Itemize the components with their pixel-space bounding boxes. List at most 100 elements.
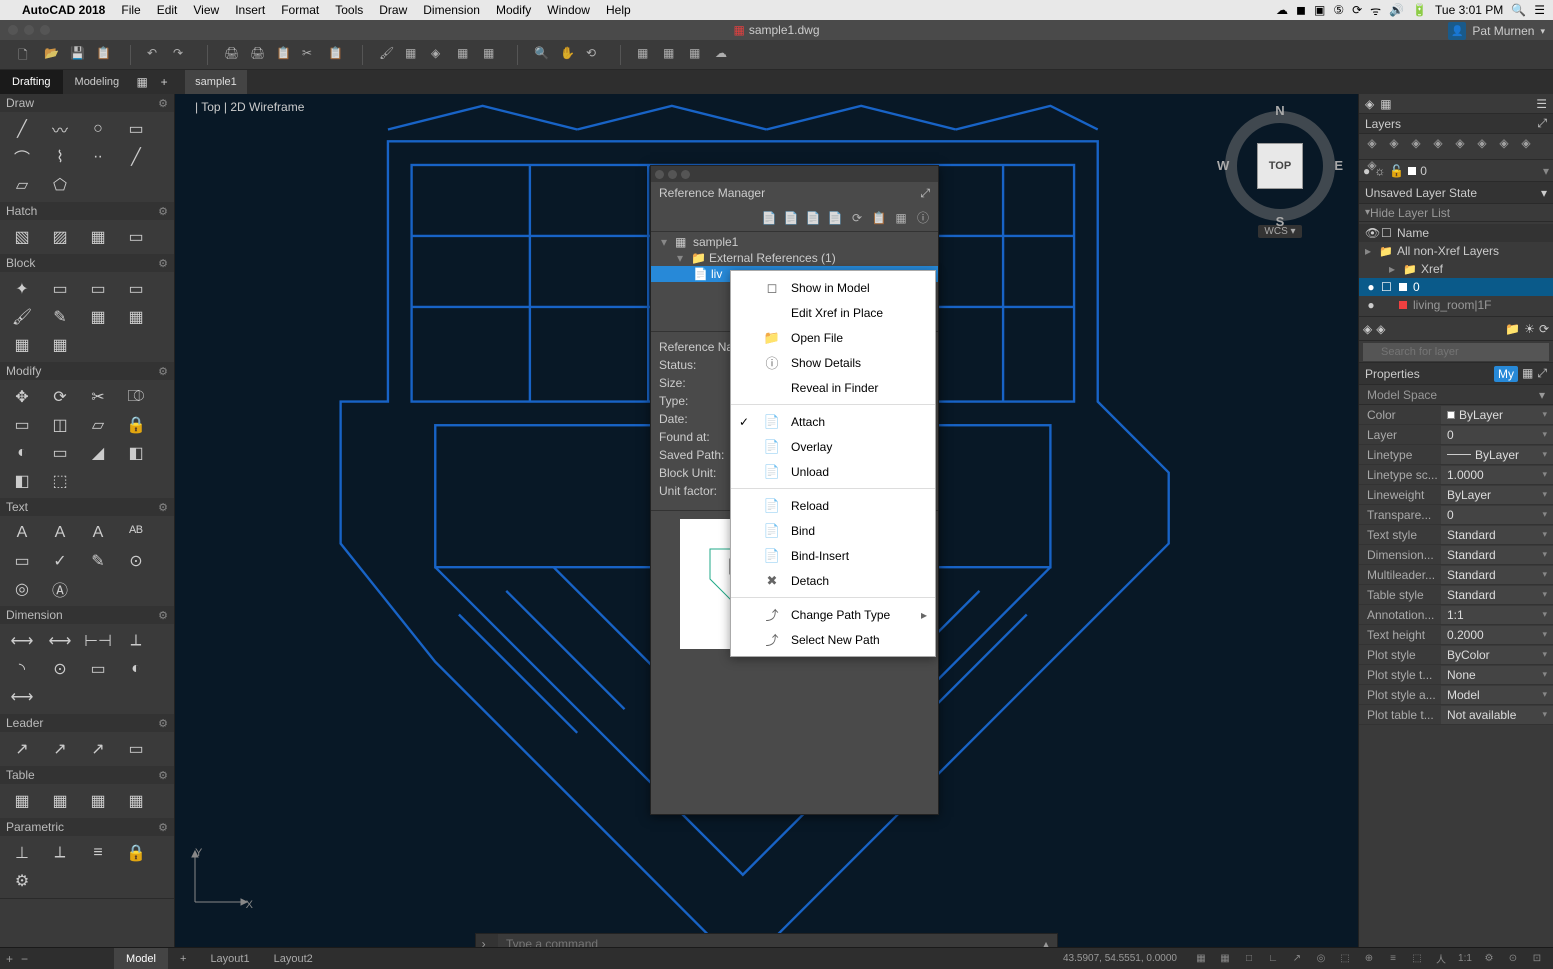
model-space-selector[interactable]: Model Space▾	[1359, 385, 1553, 405]
panel-traffic-lights[interactable]	[655, 170, 690, 179]
tool-button[interactable]: 〰	[42, 116, 78, 142]
ctx-item-show-in-model[interactable]: ◻Show in Model	[731, 275, 935, 300]
menu-icon[interactable]: ☰	[1536, 97, 1547, 111]
menu-file[interactable]: File	[121, 3, 140, 17]
tool-button[interactable]: ╱	[4, 116, 40, 142]
layout-tab-model[interactable]: Model	[114, 948, 168, 969]
tool-button[interactable]: ⬚	[42, 468, 78, 494]
layer-tool-icon[interactable]: 📁	[1505, 322, 1520, 336]
layer-tool-icon[interactable]: ◈	[1385, 134, 1403, 152]
traffic-lights[interactable]	[8, 25, 50, 35]
ref-tool-icon[interactable]: 📄	[804, 209, 822, 227]
tool-button[interactable]: ▱	[4, 172, 40, 198]
tool-button[interactable]: ⊥	[4, 840, 40, 866]
gear-icon[interactable]: ⚙	[158, 365, 168, 378]
tool-button[interactable]: ▭	[118, 736, 154, 762]
open-icon[interactable]: 📂	[44, 46, 62, 64]
design-icon[interactable]: ▦	[483, 46, 501, 64]
tool-button[interactable]: ▭	[42, 276, 78, 302]
property-row[interactable]: Plot styleByColor▾	[1359, 645, 1553, 665]
tool-button[interactable]: ▭	[118, 116, 154, 142]
other-tab-icon[interactable]: ▦	[1380, 97, 1391, 111]
tool-button[interactable]: ▦	[118, 788, 154, 814]
ctx-item-select-new-path[interactable]: ⤴Select New Path	[731, 627, 935, 652]
property-row[interactable]: Annotation...1:1▾	[1359, 605, 1553, 625]
status-icon[interactable]: ↗	[1287, 951, 1307, 967]
tool-button[interactable]: ⌇	[42, 144, 78, 170]
undock-icon[interactable]: ⤢	[920, 186, 930, 201]
panel-header-hatch[interactable]: Hatch⚙	[0, 202, 174, 220]
property-row[interactable]: Text height0.2000▾	[1359, 625, 1553, 645]
add-tab-icon[interactable]: +	[153, 75, 175, 89]
tool-button[interactable]: ⊙	[42, 656, 78, 682]
status-icon[interactable]: 1:1	[1455, 951, 1475, 967]
tool-button[interactable]: ↗	[42, 736, 78, 762]
workspace-tab-modeling[interactable]: Modeling	[63, 70, 132, 94]
status-icon[interactable]: ▦	[1191, 951, 1211, 967]
tool-button[interactable]: ⟳	[42, 384, 78, 410]
file-tab-sample1[interactable]: sample1	[185, 70, 247, 94]
tool-button[interactable]: ⌒	[4, 144, 40, 170]
tool-button[interactable]: ◐	[118, 656, 154, 682]
tool-button[interactable]: ◢	[80, 440, 116, 466]
ctx-item-detach[interactable]: ✖Detach	[731, 568, 935, 593]
hide-layer-list[interactable]: ▾ Hide Layer List	[1359, 204, 1553, 222]
ctx-item-show-details[interactable]: ⓘShow Details	[731, 350, 935, 375]
tool-button[interactable]: ○	[80, 116, 116, 142]
add-icon[interactable]: +	[6, 952, 13, 966]
tool-button[interactable]: ◐	[4, 440, 40, 466]
status-icon[interactable]: ▦	[1215, 951, 1235, 967]
tool-button[interactable]: ▭	[80, 276, 116, 302]
panel-header-parametric[interactable]: Parametric⚙	[0, 818, 174, 836]
viewcube-face[interactable]: TOP	[1257, 143, 1303, 189]
tool-button[interactable]: ▦	[118, 304, 154, 330]
tool-button[interactable]: ▦	[80, 788, 116, 814]
panel-header-dimension[interactable]: Dimension⚙	[0, 606, 174, 624]
menu-format[interactable]: Format	[281, 3, 319, 17]
paste-icon[interactable]: 📋	[328, 46, 346, 64]
menu-tools[interactable]: Tools	[335, 3, 363, 17]
spotlight-icon[interactable]: 🔍	[1511, 3, 1526, 17]
my-badge[interactable]: My	[1494, 366, 1518, 382]
tool-button[interactable]: ◧	[4, 468, 40, 494]
command-prompt-icon[interactable]: ›_	[476, 934, 498, 947]
panel-header-modify[interactable]: Modify⚙	[0, 362, 174, 380]
tool-button[interactable]: ✂	[80, 384, 116, 410]
menu-view[interactable]: View	[193, 3, 219, 17]
layer-search-input[interactable]	[1363, 343, 1549, 361]
panel-header-block[interactable]: Block⚙	[0, 254, 174, 272]
layer-tool-icon[interactable]: ⟳	[1539, 322, 1549, 336]
print-icon[interactable]: 🖨	[224, 46, 242, 64]
layout-grid-icon[interactable]: ▦	[131, 75, 153, 89]
tool-button[interactable]: ⬠	[42, 172, 78, 198]
property-row[interactable]: Layer0▾	[1359, 425, 1553, 445]
menu-icon[interactable]: ☰	[1534, 3, 1545, 17]
tool-button[interactable]: 🖌	[4, 304, 40, 330]
layer-tool-icon[interactable]: ☀	[1524, 322, 1535, 336]
info-icon[interactable]: ⓘ	[914, 209, 932, 227]
tool-button[interactable]: ᴬᴮ	[118, 520, 154, 546]
tool-button[interactable]: ⊢⊣	[80, 628, 116, 654]
copy-icon[interactable]: 📋	[276, 46, 294, 64]
ref-tool-icon[interactable]: ▦	[892, 209, 910, 227]
ctx-item-open-file[interactable]: 📁Open File	[731, 325, 935, 350]
status-icon[interactable]: ⊕	[1359, 951, 1379, 967]
menu-insert[interactable]: Insert	[235, 3, 265, 17]
status-icon[interactable]: ≡	[1383, 951, 1403, 967]
panel-header-draw[interactable]: Draw⚙	[0, 94, 174, 112]
tool-button[interactable]: ▧	[4, 224, 40, 250]
layer-state-selector[interactable]: Unsaved Layer State▾	[1359, 182, 1553, 204]
layer-tool-icon[interactable]: ◈	[1517, 134, 1535, 152]
eye-icon[interactable]: 👁	[1365, 226, 1377, 240]
tool-button[interactable]: Ⓐ	[42, 576, 78, 602]
user-badge[interactable]: 👤 Pat Murnen ▾	[1448, 22, 1545, 40]
ctx-item-overlay[interactable]: 📄Overlay	[731, 434, 935, 459]
tool-button[interactable]: 🔒	[118, 412, 154, 438]
ctx-item-edit-xref-in-place[interactable]: Edit Xref in Place	[731, 300, 935, 325]
tool-button[interactable]: ⟂	[42, 840, 78, 866]
property-row[interactable]: Transpare...0▾	[1359, 505, 1553, 525]
tool-button[interactable]: ▦	[80, 224, 116, 250]
area-icon[interactable]: ▦	[637, 46, 655, 64]
tool-button[interactable]: ▱	[80, 412, 116, 438]
tool-button[interactable]: ≡	[80, 840, 116, 866]
